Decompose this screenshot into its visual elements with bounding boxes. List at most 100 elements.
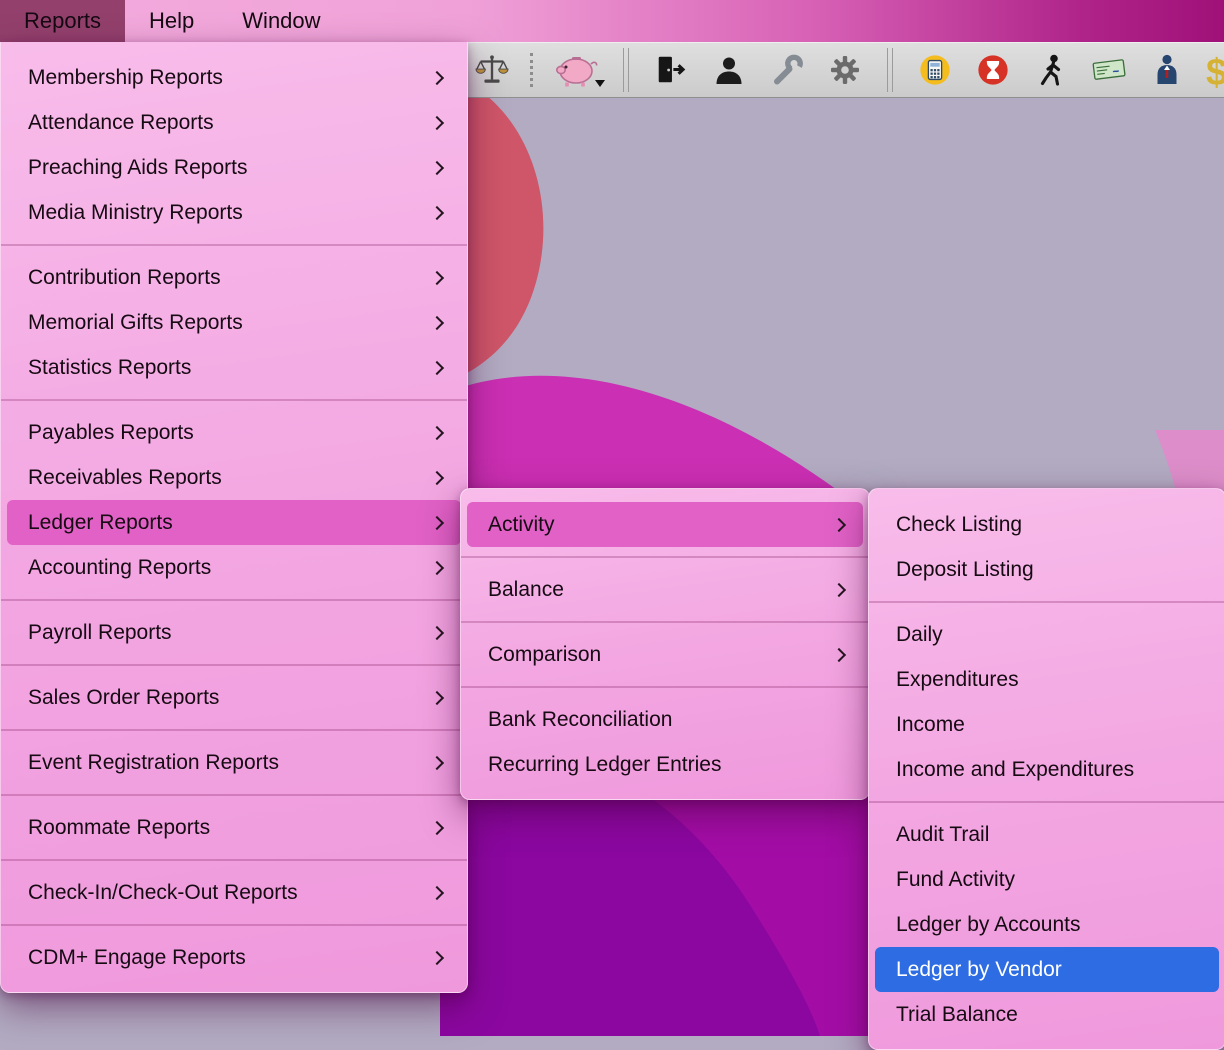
menubar-item-window[interactable]: Window	[218, 0, 344, 42]
menu-item-trial-balance[interactable]: Trial Balance	[875, 992, 1219, 1037]
menu-item-comparison[interactable]: Comparison	[467, 632, 863, 677]
menu-item-contribution-reports[interactable]: Contribution Reports	[7, 255, 461, 300]
scales-icon[interactable]	[472, 48, 512, 92]
submenu-chevron-icon	[430, 315, 444, 329]
menu-item-recurring-ledger-entries[interactable]: Recurring Ledger Entries	[467, 742, 863, 787]
menu-item-label: Ledger by Vendor	[896, 958, 1205, 982]
menu-item-check-in-check-out-reports[interactable]: Check-In/Check-Out Reports	[7, 870, 461, 915]
menu-item-label: Bank Reconciliation	[488, 708, 849, 732]
menu-item-label: Memorial Gifts Reports	[28, 311, 432, 335]
check-icon[interactable]	[1089, 48, 1129, 92]
menu-item-label: Preaching Aids Reports	[28, 156, 432, 180]
menu-item-payables-reports[interactable]: Payables Reports	[7, 410, 461, 455]
menu-item-membership-reports[interactable]: Membership Reports	[7, 55, 461, 100]
activity-submenu: Check Listing Deposit Listing Daily Expe…	[868, 488, 1224, 1050]
menubar-item-help[interactable]: Help	[125, 0, 218, 42]
menu-item-memorial-gifts-reports[interactable]: Memorial Gifts Reports	[7, 300, 461, 345]
menu-item-label: Activity	[488, 513, 834, 537]
dollar-icon[interactable]: $	[1206, 52, 1224, 95]
menu-separator	[869, 601, 1224, 603]
menu-item-bank-reconciliation[interactable]: Bank Reconciliation	[467, 697, 863, 742]
submenu-chevron-icon	[430, 690, 444, 704]
menu-item-statistics-reports[interactable]: Statistics Reports	[7, 345, 461, 390]
menu-item-activity[interactable]: Activity	[467, 502, 863, 547]
menu-item-label: Income and Expenditures	[896, 758, 1205, 782]
menu-item-preaching-aids-reports[interactable]: Preaching Aids Reports	[7, 145, 461, 190]
hourglass-icon[interactable]	[973, 48, 1013, 92]
menu-item-label: Payroll Reports	[28, 621, 432, 645]
submenu-chevron-icon	[430, 470, 444, 484]
menu-separator	[461, 686, 869, 688]
submenu-chevron-icon	[430, 425, 444, 439]
menu-item-accounting-reports[interactable]: Accounting Reports	[7, 545, 461, 590]
menubar-item-label: Window	[242, 8, 320, 34]
menu-item-attendance-reports[interactable]: Attendance Reports	[7, 100, 461, 145]
submenu-chevron-icon	[832, 647, 846, 661]
submenu-chevron-icon	[832, 517, 846, 531]
staff-icon[interactable]	[1147, 48, 1187, 92]
menu-item-ledger-by-accounts[interactable]: Ledger by Accounts	[875, 902, 1219, 947]
menu-item-cdm-engage-reports[interactable]: CDM+ Engage Reports	[7, 935, 461, 980]
menu-item-fund-activity[interactable]: Fund Activity	[875, 857, 1219, 902]
menu-item-balance[interactable]: Balance	[467, 567, 863, 612]
wrench-icon[interactable]	[767, 48, 807, 92]
menu-item-receivables-reports[interactable]: Receivables Reports	[7, 455, 461, 500]
menu-item-sales-order-reports[interactable]: Sales Order Reports	[7, 675, 461, 720]
menu-item-label: Event Registration Reports	[28, 751, 432, 775]
menu-item-label: Payables Reports	[28, 421, 432, 445]
toolbar-group-divider	[887, 48, 893, 92]
menu-item-label: Statistics Reports	[28, 356, 432, 380]
submenu-chevron-icon	[430, 360, 444, 374]
menu-item-label: Contribution Reports	[28, 266, 432, 290]
submenu-chevron-icon	[430, 160, 444, 174]
menu-item-label: Attendance Reports	[28, 111, 432, 135]
menubar-item-label: Help	[149, 8, 194, 34]
menu-item-daily[interactable]: Daily	[875, 612, 1219, 657]
calculator-icon[interactable]	[915, 48, 955, 92]
submenu-chevron-icon	[430, 270, 444, 284]
menu-bar: Reports Help Window	[0, 0, 1224, 42]
menu-item-ledger-reports[interactable]: Ledger Reports	[7, 500, 461, 545]
menu-item-audit-trail[interactable]: Audit Trail	[875, 812, 1219, 857]
menu-separator	[1, 399, 467, 401]
menu-separator	[1, 924, 467, 926]
menu-item-label: Balance	[488, 578, 834, 602]
menu-item-income[interactable]: Income	[875, 702, 1219, 747]
menu-separator	[1, 794, 467, 796]
piggy-bank-icon[interactable]	[551, 48, 601, 92]
menu-item-label: Membership Reports	[28, 66, 432, 90]
menu-item-expenditures[interactable]: Expenditures	[875, 657, 1219, 702]
user-icon[interactable]	[709, 48, 749, 92]
menu-item-event-registration-reports[interactable]: Event Registration Reports	[7, 740, 461, 785]
menu-item-label: Roommate Reports	[28, 816, 432, 840]
menu-separator	[461, 556, 869, 558]
submenu-chevron-icon	[430, 70, 444, 84]
menu-item-income-and-expenditures[interactable]: Income and Expenditures	[875, 747, 1219, 792]
menu-separator	[1, 599, 467, 601]
menu-item-label: Deposit Listing	[896, 558, 1205, 582]
menu-item-payroll-reports[interactable]: Payroll Reports	[7, 610, 461, 655]
exit-door-icon[interactable]	[651, 48, 691, 92]
submenu-chevron-icon	[430, 560, 444, 574]
menu-item-label: Fund Activity	[896, 868, 1205, 892]
ledger-reports-submenu: Activity Balance Comparison Bank Reconci…	[460, 488, 870, 800]
submenu-chevron-icon	[430, 755, 444, 769]
menu-item-label: Audit Trail	[896, 823, 1205, 847]
menu-item-label: Ledger Reports	[28, 511, 432, 535]
toolbar-group-divider	[623, 48, 629, 92]
walking-person-icon[interactable]	[1031, 48, 1071, 92]
menu-separator	[1, 244, 467, 246]
menu-separator	[1, 729, 467, 731]
gear-icon[interactable]	[825, 48, 865, 92]
submenu-chevron-icon	[430, 950, 444, 964]
submenu-chevron-icon	[430, 625, 444, 639]
menu-item-ledger-by-vendor[interactable]: Ledger by Vendor	[875, 947, 1219, 992]
menu-item-label: Sales Order Reports	[28, 686, 432, 710]
menu-item-deposit-listing[interactable]: Deposit Listing	[875, 547, 1219, 592]
menu-item-media-ministry-reports[interactable]: Media Ministry Reports	[7, 190, 461, 235]
menu-item-check-listing[interactable]: Check Listing	[875, 502, 1219, 547]
menubar-item-reports[interactable]: Reports	[0, 0, 125, 42]
toolbar-divider	[530, 53, 533, 87]
menu-separator	[461, 621, 869, 623]
menu-item-roommate-reports[interactable]: Roommate Reports	[7, 805, 461, 850]
